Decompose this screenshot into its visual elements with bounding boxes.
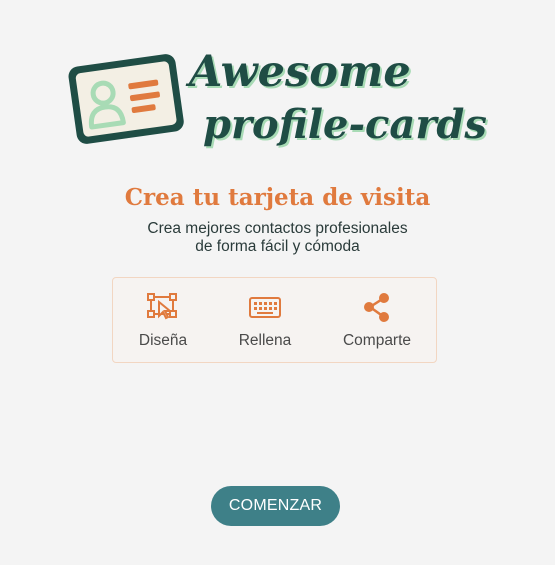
vector-select-icon <box>147 293 177 320</box>
share-icon <box>364 293 389 322</box>
features-panel: Diseña Rellena Comparte <box>112 277 437 363</box>
page-subtitle: Crea mejores contactos profesionales de … <box>0 220 555 256</box>
subtitle-line-2: de forma fácil y cómoda <box>195 238 360 255</box>
app-logo: Awesome Awesome profile-cards profile-ca… <box>64 40 494 160</box>
logo-line2: profile-cards <box>203 101 487 148</box>
feature-share: Comparte <box>327 292 427 350</box>
keyboard-icon <box>249 297 281 318</box>
page-title: Crea tu tarjeta de visita <box>124 184 431 211</box>
welcome-screen: Awesome Awesome profile-cards profile-ca… <box>0 0 555 565</box>
logo-line1: Awesome <box>185 47 411 97</box>
feature-fill-label: Rellena <box>238 332 292 349</box>
start-button[interactable]: COMENZAR <box>211 486 340 526</box>
feature-design: Diseña <box>113 292 213 350</box>
feature-design-label: Diseña <box>138 332 188 349</box>
feature-fill: Rellena <box>215 292 315 350</box>
logo-wordmark: Awesome Awesome profile-cards profile-ca… <box>185 47 489 150</box>
subtitle-line-1: Crea mejores contactos profesionales <box>147 220 408 237</box>
feature-share-label: Comparte <box>342 332 412 349</box>
